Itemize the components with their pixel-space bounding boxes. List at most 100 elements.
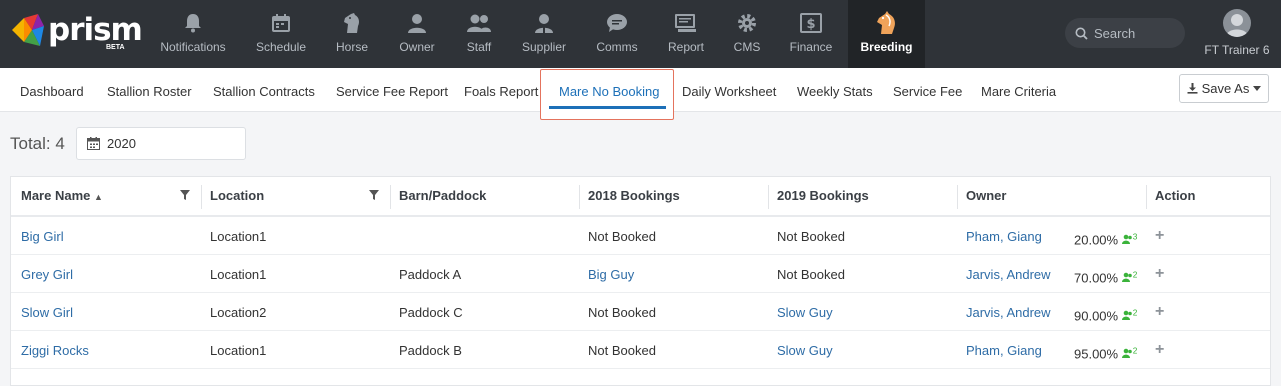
mare-name-link[interactable]: Big Girl <box>21 217 64 255</box>
tab-dashboard[interactable]: Dashboard <box>20 68 84 112</box>
column-divider <box>768 185 769 209</box>
nav-finance[interactable]: $ Finance <box>788 0 834 68</box>
booking-2018-cell: Not Booked <box>588 229 656 244</box>
nav-label: Horse <box>335 40 368 54</box>
col-header-2018-bookings[interactable]: 2018 Bookings <box>588 177 680 215</box>
owners-count-badge[interactable]: 2 <box>1121 308 1137 323</box>
tab-foals-report[interactable]: Foals Report <box>464 68 538 112</box>
ownership-share: 90.00% 2 <box>1074 293 1137 331</box>
svg-text:$: $ <box>806 17 815 32</box>
column-divider <box>1146 185 1147 209</box>
header-label: Mare Name <box>21 188 91 203</box>
avatar <box>1223 9 1251 37</box>
nav-label: Staff <box>466 40 492 54</box>
breeding-horse-icon <box>875 11 899 34</box>
tab-stallion-contracts[interactable]: Stallion Contracts <box>213 68 315 112</box>
col-header-barn-paddock[interactable]: Barn/Paddock <box>399 177 486 215</box>
col-header-owner[interactable]: Owner <box>966 177 1006 215</box>
tab-weekly-stats[interactable]: Weekly Stats <box>797 68 873 112</box>
chat-bubble-icon <box>606 12 628 34</box>
nav-label: Schedule <box>255 40 307 54</box>
col-header-mare-name[interactable]: Mare Name ▲ <box>21 177 103 215</box>
user-menu[interactable]: FT Trainer 6 <box>1200 0 1274 68</box>
dollar-icon: $ <box>799 12 823 34</box>
add-action-button[interactable]: + <box>1155 331 1164 369</box>
search-input[interactable] <box>1094 25 1174 41</box>
active-tab-underline <box>549 106 666 109</box>
search-box[interactable] <box>1065 18 1185 48</box>
owner-link[interactable]: Jarvis, Andrew <box>966 293 1051 331</box>
nav-staff[interactable]: Staff <box>458 0 500 68</box>
gear-icon <box>737 12 757 34</box>
tab-daily-worksheet[interactable]: Daily Worksheet <box>682 68 776 112</box>
tab-service-fee-report[interactable]: Service Fee Report <box>336 68 448 112</box>
booking-2018-link[interactable]: Big Guy <box>588 255 634 293</box>
booking-2018-cell: Not Booked <box>588 343 656 358</box>
nav-label: Owner <box>399 40 435 54</box>
barn-cell: Paddock C <box>399 305 463 320</box>
nav-cms[interactable]: CMS <box>730 0 764 68</box>
save-as-button[interactable]: Save As <box>1179 74 1269 103</box>
nav-horse[interactable]: Horse <box>330 0 374 68</box>
nav-label: Notifications <box>160 40 226 54</box>
booking-2019-cell: Not Booked <box>777 229 845 244</box>
filter-icon[interactable] <box>180 190 190 200</box>
year-value: 2020 <box>107 136 136 151</box>
col-header-2019-bookings[interactable]: 2019 Bookings <box>777 177 869 215</box>
year-picker[interactable]: 2020 <box>76 127 246 160</box>
nav-label: Comms <box>596 40 638 54</box>
caret-down-icon <box>1253 86 1262 91</box>
nav-owner[interactable]: Owner <box>394 0 440 68</box>
add-action-button[interactable]: + <box>1155 293 1164 331</box>
owners-icon <box>1121 311 1132 321</box>
tab-service-fee[interactable]: Service Fee <box>893 68 962 112</box>
ownership-share: 70.00% 2 <box>1074 255 1137 293</box>
calendar-icon <box>271 12 291 34</box>
barn-cell: Paddock A <box>399 267 462 282</box>
booking-2019-link[interactable]: Slow Guy <box>777 331 833 369</box>
nav-label: Supplier <box>521 40 567 54</box>
mare-name-link[interactable]: Ziggi Rocks <box>21 331 89 369</box>
table-row: Ziggi Rocks Location1 Paddock B Not Book… <box>11 331 1270 369</box>
ownership-share: 20.00% 3 <box>1074 217 1137 255</box>
owner-link[interactable]: Jarvis, Andrew <box>966 255 1051 293</box>
nav-notifications[interactable]: Notifications <box>155 0 231 68</box>
booking-2019-cell: Not Booked <box>777 267 845 282</box>
add-action-button[interactable]: + <box>1155 255 1164 293</box>
person-icon <box>407 12 427 34</box>
beta-badge: BETA <box>106 44 125 51</box>
prism-logo-icon <box>12 14 44 46</box>
nav-comms[interactable]: Comms <box>594 0 640 68</box>
location-cell: Location1 <box>210 343 267 358</box>
location-cell: Location1 <box>210 229 267 244</box>
col-header-location[interactable]: Location <box>210 177 264 215</box>
booking-2019-link[interactable]: Slow Guy <box>777 293 833 331</box>
nav-label: Breeding <box>860 40 913 54</box>
owners-count-badge[interactable]: 2 <box>1121 346 1137 361</box>
nav-breeding[interactable]: Breeding <box>848 0 925 68</box>
owner-link[interactable]: Pham, Giang <box>966 217 1042 255</box>
nav-supplier[interactable]: Supplier <box>518 0 570 68</box>
mare-name-link[interactable]: Slow Girl <box>21 293 73 331</box>
booking-2018-cell: Not Booked <box>588 305 656 320</box>
owner-link[interactable]: Pham, Giang <box>966 331 1042 369</box>
tab-mare-criteria[interactable]: Mare Criteria <box>981 68 1056 112</box>
filter-icon[interactable] <box>369 190 379 200</box>
download-icon <box>1187 83 1198 94</box>
mare-name-link[interactable]: Grey Girl <box>21 255 73 293</box>
tab-stallion-roster[interactable]: Stallion Roster <box>107 68 192 112</box>
table-row: Grey Girl Location1 Paddock A Big Guy No… <box>11 255 1270 293</box>
add-action-button[interactable]: + <box>1155 217 1164 255</box>
column-divider <box>957 185 958 209</box>
prism-logo[interactable]: prism BETA <box>10 12 143 56</box>
owners-count-badge[interactable]: 3 <box>1121 232 1137 247</box>
nav-schedule[interactable]: Schedule <box>250 0 312 68</box>
owners-count-badge[interactable]: 2 <box>1121 270 1137 285</box>
table-row: Big Girl Location1 Not Booked Not Booked… <box>11 217 1270 255</box>
top-navigation-bar: prism BETA Notifications Schedule Horse … <box>0 0 1281 68</box>
nav-label: Finance <box>789 40 833 54</box>
nav-report[interactable]: Report <box>664 0 708 68</box>
save-as-label: Save As <box>1201 81 1250 96</box>
owners-icon <box>1121 273 1132 283</box>
ownership-percent: 70.00% <box>1074 270 1119 286</box>
